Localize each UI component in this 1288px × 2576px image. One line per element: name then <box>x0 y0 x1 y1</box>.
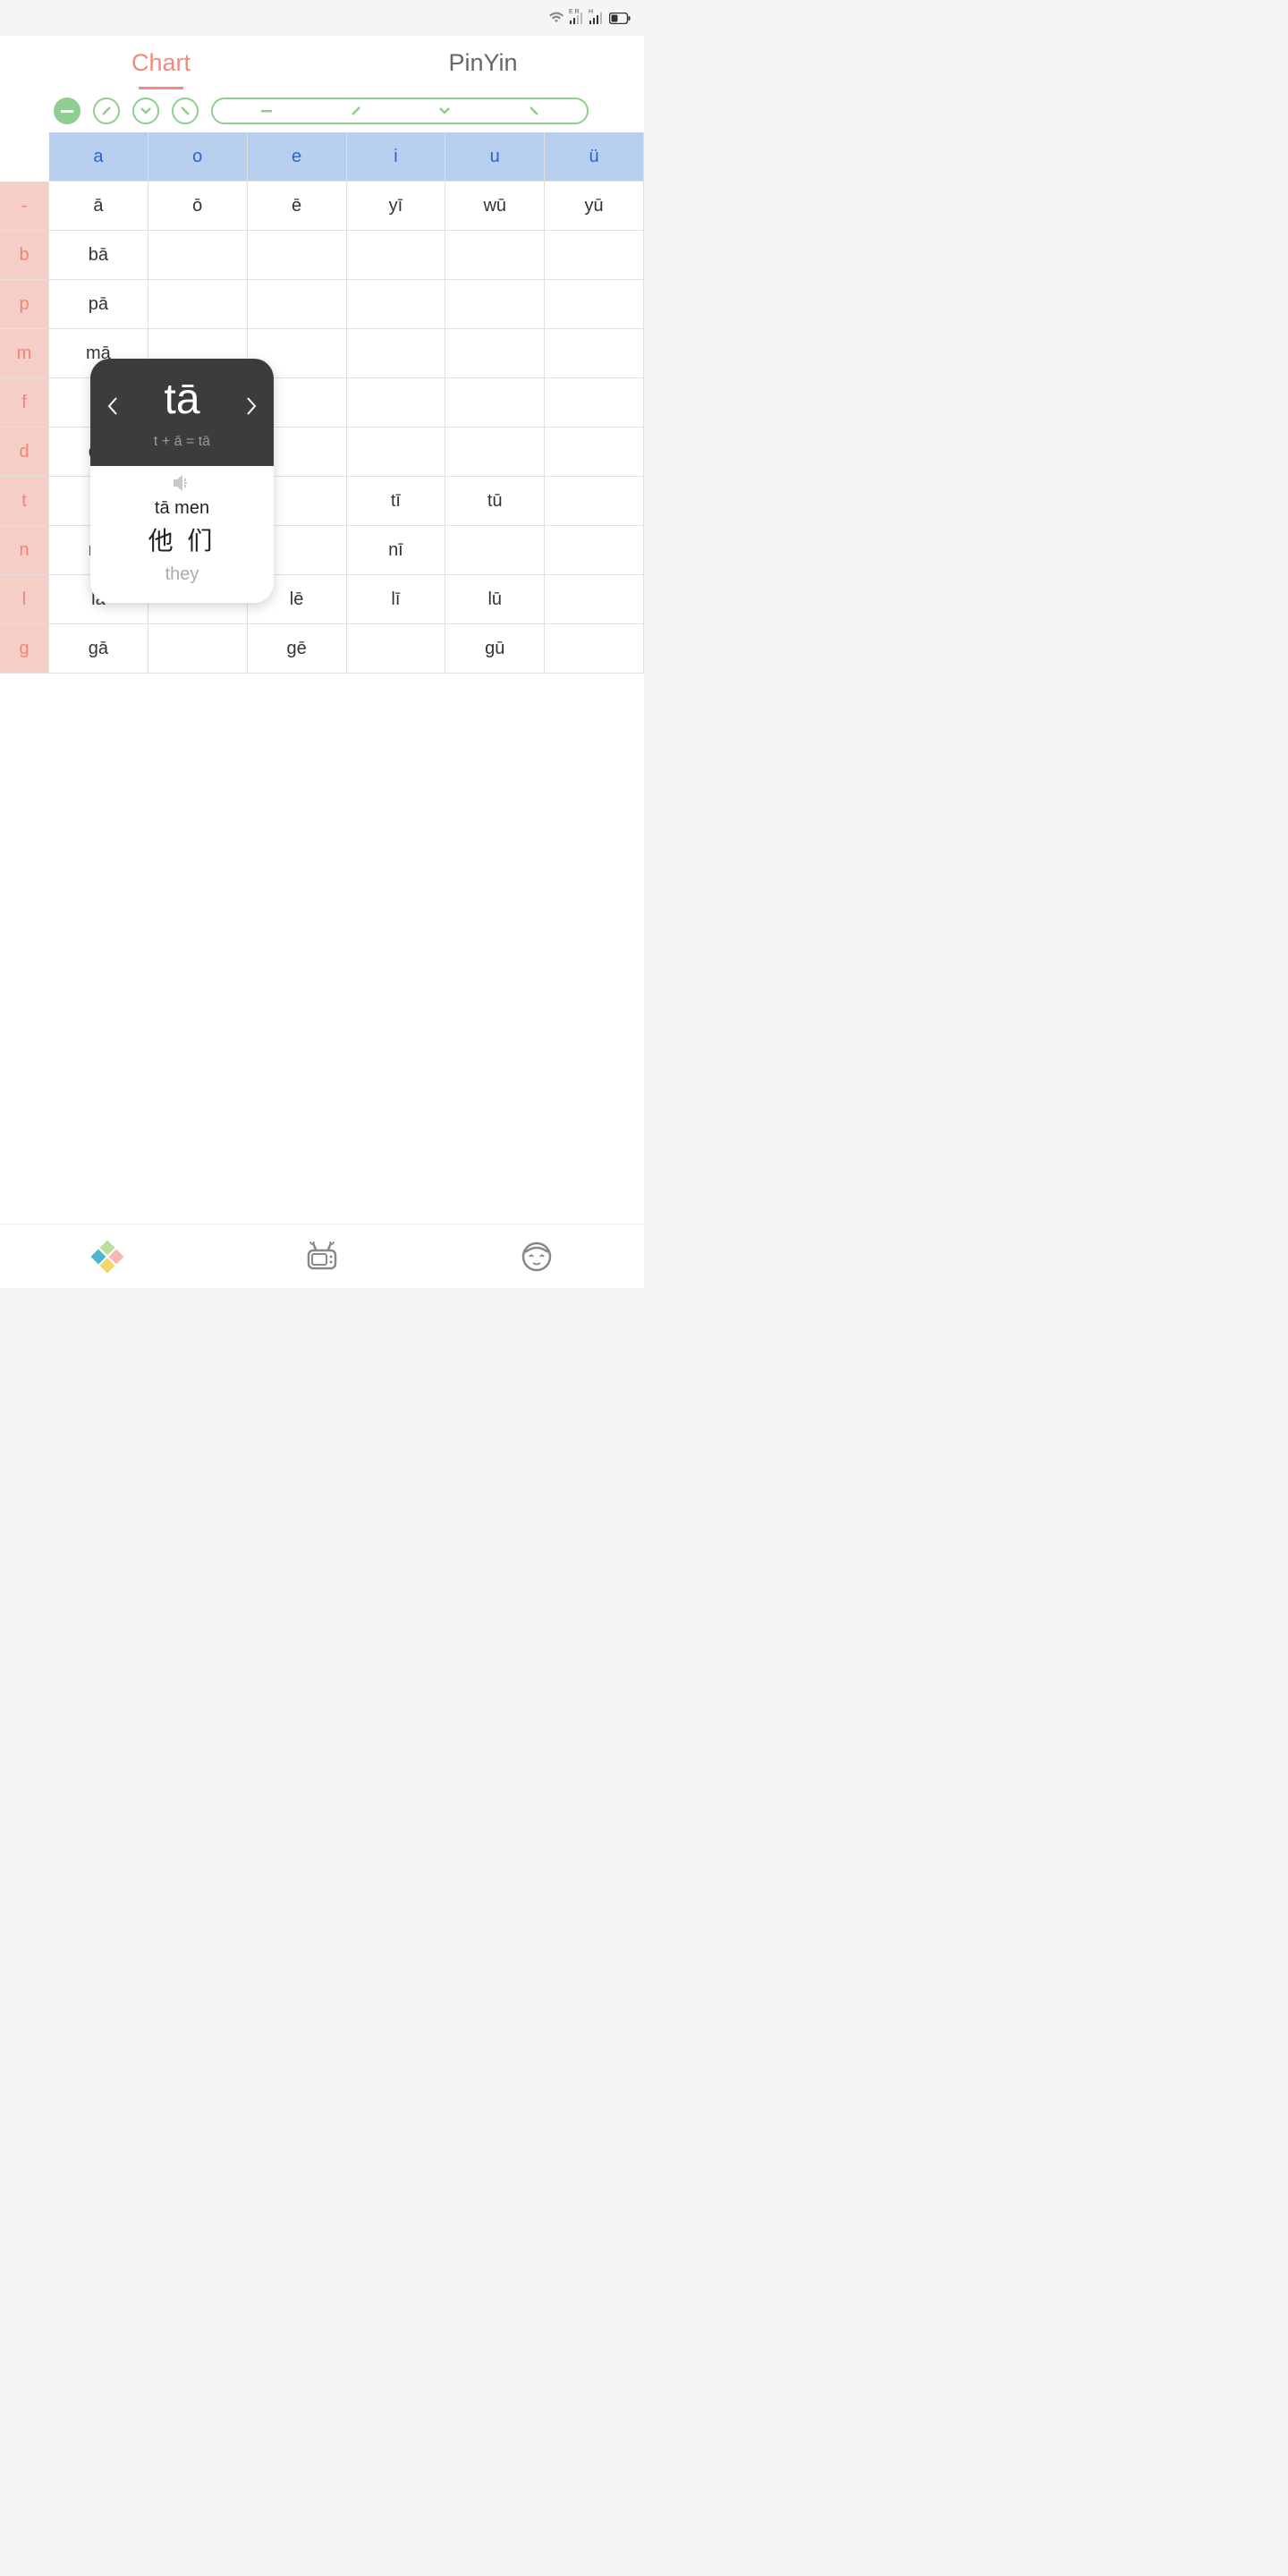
popup-prev-button[interactable] <box>101 394 124 418</box>
tab-chart[interactable]: Chart <box>0 36 322 89</box>
signal-1-icon: E R <box>570 12 584 24</box>
popup-pinyin: tā <box>101 378 263 421</box>
tabs: Chart PinYin <box>0 36 644 89</box>
tv-icon <box>306 1241 338 1272</box>
tone-all-button[interactable] <box>211 97 589 124</box>
pinyin-cell <box>545 280 644 329</box>
tone-selector <box>0 89 644 132</box>
pinyin-cell <box>445 526 545 575</box>
pinyin-cell[interactable]: yī <box>347 182 446 231</box>
pinyin-cell <box>445 231 545 280</box>
nav-tv-button[interactable] <box>301 1235 343 1278</box>
pinyin-cell[interactable]: gē <box>248 624 347 674</box>
pinyin-cell <box>445 378 545 428</box>
pinyin-cell <box>248 280 347 329</box>
chart-corner <box>0 132 49 182</box>
pinyin-popup: tā t + ā = tā tā men 他 们 they <box>90 359 274 603</box>
pinyin-cell <box>545 575 644 624</box>
pinyin-chart: aoeiuü-āōēyīwūyūbbāppāmmāffāddāttātītūnn… <box>0 132 644 674</box>
pinyin-cell <box>347 378 446 428</box>
tone-2-button[interactable] <box>93 97 120 124</box>
popup-body: tā men 他 们 they <box>90 466 274 603</box>
pinyin-cell <box>445 428 545 477</box>
row-header[interactable]: f <box>0 378 49 428</box>
bottom-nav <box>0 1224 644 1288</box>
pinyin-cell[interactable]: yū <box>545 182 644 231</box>
tone-1-button[interactable] <box>54 97 80 124</box>
pinyin-cell[interactable]: pā <box>49 280 148 329</box>
pinyin-cell[interactable]: ō <box>148 182 248 231</box>
pinyin-cell[interactable]: lī <box>347 575 446 624</box>
pinyin-cell <box>148 231 248 280</box>
row-header[interactable]: d <box>0 428 49 477</box>
popup-decomposition: t + ā = tā <box>101 434 263 450</box>
pinyin-cell <box>545 378 644 428</box>
pinyin-cell[interactable]: wū <box>445 182 545 231</box>
pinyin-cell <box>545 477 644 526</box>
col-header[interactable]: ü <box>545 132 644 182</box>
pinyin-cell <box>347 624 446 674</box>
tab-pinyin[interactable]: PinYin <box>322 36 644 89</box>
pinyin-cell <box>545 526 644 575</box>
nav-profile-button[interactable] <box>515 1235 558 1278</box>
pinyin-cell[interactable]: tī <box>347 477 446 526</box>
pinyin-cell <box>148 624 248 674</box>
wifi-icon <box>548 12 564 24</box>
signal-2-icon: H <box>589 12 604 24</box>
tone-4-button[interactable] <box>172 97 199 124</box>
row-header[interactable]: p <box>0 280 49 329</box>
col-header[interactable]: u <box>445 132 545 182</box>
col-header[interactable]: i <box>347 132 446 182</box>
battery-icon <box>609 13 631 24</box>
row-header[interactable]: l <box>0 575 49 624</box>
pinyin-cell[interactable]: gū <box>445 624 545 674</box>
pinyin-cell[interactable]: bā <box>49 231 148 280</box>
pinyin-cell[interactable]: ē <box>248 182 347 231</box>
content-area: Chart PinYin aoeiuü-āōēyīwūyūbbāppāmmāff… <box>0 36 644 1224</box>
row-header[interactable]: m <box>0 329 49 378</box>
row-header[interactable]: b <box>0 231 49 280</box>
col-header[interactable]: e <box>248 132 347 182</box>
pinyin-cell <box>347 280 446 329</box>
col-header[interactable]: o <box>148 132 248 182</box>
pinyin-cell <box>148 280 248 329</box>
popup-next-button[interactable] <box>240 394 263 418</box>
pinyin-cell[interactable]: tū <box>445 477 545 526</box>
face-icon <box>521 1241 553 1273</box>
pinyin-cell <box>445 280 545 329</box>
col-header[interactable]: a <box>49 132 148 182</box>
word-meaning: they <box>101 564 263 585</box>
pinyin-cell <box>347 329 446 378</box>
row-header[interactable]: n <box>0 526 49 575</box>
pinyin-cell[interactable]: lū <box>445 575 545 624</box>
word-pinyin: tā men <box>101 498 263 519</box>
tone-3-button[interactable] <box>132 97 159 124</box>
pinyin-cell <box>545 428 644 477</box>
diamond-logo-icon <box>92 1241 123 1272</box>
row-header[interactable]: g <box>0 624 49 674</box>
pinyin-cell[interactable]: gā <box>49 624 148 674</box>
play-sound-button[interactable] <box>101 475 263 491</box>
pinyin-cell[interactable]: nī <box>347 526 446 575</box>
popup-header: tā t + ā = tā <box>90 359 274 466</box>
pinyin-cell <box>545 329 644 378</box>
row-header[interactable]: - <box>0 182 49 231</box>
pinyin-cell <box>445 329 545 378</box>
row-header[interactable]: t <box>0 477 49 526</box>
pinyin-cell[interactable]: ā <box>49 182 148 231</box>
word-hanzi: 他 们 <box>101 521 263 557</box>
pinyin-cell <box>545 624 644 674</box>
pinyin-cell <box>545 231 644 280</box>
pinyin-cell <box>347 231 446 280</box>
pinyin-cell <box>347 428 446 477</box>
status-bar: E R H <box>0 0 644 36</box>
nav-home-button[interactable] <box>86 1235 129 1278</box>
pinyin-cell <box>248 231 347 280</box>
